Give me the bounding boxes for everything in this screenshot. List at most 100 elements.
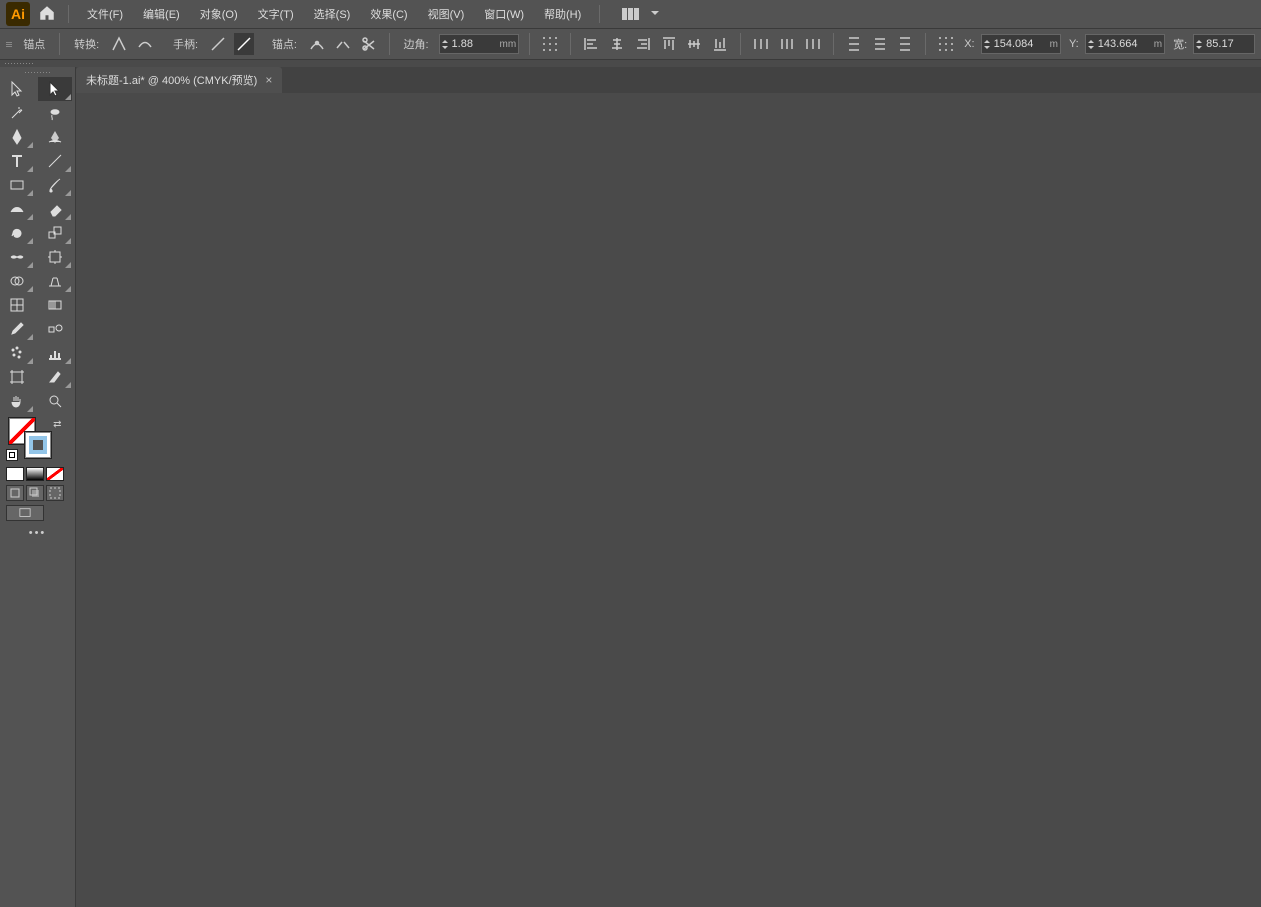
home-icon[interactable] (38, 4, 56, 25)
zoom-tool[interactable] (38, 389, 72, 413)
corner-radius-input[interactable]: mm (439, 34, 520, 54)
distribute-h-center-icon[interactable] (777, 33, 797, 55)
align-vcenter-icon[interactable] (684, 33, 704, 55)
tab-title: 未标题-1.ai* @ 400% (CMYK/预览) (86, 72, 257, 88)
perspective-grid-tool[interactable] (38, 269, 72, 293)
curvature-tool[interactable] (38, 125, 72, 149)
distribute-v-bottom-icon[interactable] (896, 33, 916, 55)
x-input[interactable]: m (981, 34, 1061, 54)
distribute-v-center-icon[interactable] (870, 33, 890, 55)
symbol-sprayer-tool[interactable] (0, 341, 34, 365)
column-graph-tool[interactable] (38, 341, 72, 365)
gradient-mode-icon[interactable] (26, 467, 44, 481)
menu-view[interactable]: 视图(V) (422, 2, 471, 26)
menu-edit[interactable]: 编辑(E) (137, 2, 186, 26)
selection-tool[interactable] (0, 77, 34, 101)
blend-tool[interactable] (38, 317, 72, 341)
grip-icon[interactable] (6, 34, 13, 54)
corner-label: 边角: (399, 36, 432, 52)
convert-corner-icon[interactable] (109, 33, 129, 55)
hand-tool[interactable] (0, 389, 34, 413)
align-right-icon[interactable] (633, 33, 653, 55)
chevron-down-icon[interactable] (651, 8, 659, 20)
tab-close-icon[interactable]: × (265, 73, 272, 87)
slice-tool[interactable] (38, 365, 72, 389)
none-mode-icon[interactable] (46, 467, 64, 481)
hide-handles-icon[interactable] (234, 33, 254, 55)
spin-up-icon[interactable] (982, 35, 992, 44)
document-tabbar: 未标题-1.ai* @ 400% (CMYK/预览) × (0, 67, 1261, 93)
isolate-icon[interactable] (540, 33, 560, 55)
separator (740, 33, 741, 55)
menu-window[interactable]: 窗口(W) (478, 2, 530, 26)
align-hcenter-icon[interactable] (607, 33, 627, 55)
menu-select[interactable]: 选择(S) (308, 2, 357, 26)
draw-inside-icon[interactable] (46, 485, 64, 501)
fill-stroke-swatches[interactable]: ⇄ (4, 417, 72, 461)
spin-up-icon[interactable] (1194, 35, 1204, 44)
spin-up-icon[interactable] (440, 35, 450, 44)
anchors-label: 锚点: (268, 36, 301, 52)
menu-file[interactable]: 文件(F) (81, 2, 129, 26)
mesh-tool[interactable] (0, 293, 34, 317)
menu-help[interactable]: 帮助(H) (538, 2, 587, 26)
menu-effect[interactable]: 效果(C) (364, 2, 413, 26)
y-value-field[interactable] (1096, 38, 1154, 50)
panel-collapse-strip[interactable] (0, 60, 1261, 67)
menu-object[interactable]: 对象(O) (194, 2, 244, 26)
remove-anchor-icon[interactable] (307, 33, 327, 55)
shape-builder-tool[interactable] (0, 269, 34, 293)
w-input[interactable] (1193, 34, 1255, 54)
y-input[interactable]: m (1085, 34, 1165, 54)
document-tab[interactable]: 未标题-1.ai* @ 400% (CMYK/预览) × (76, 67, 282, 93)
magic-wand-tool[interactable] (0, 101, 34, 125)
distribute-h-right-icon[interactable] (803, 33, 823, 55)
document-arrangement-icon[interactable] (622, 8, 639, 20)
lasso-tool[interactable] (38, 101, 72, 125)
artboard-tool[interactable] (0, 365, 34, 389)
show-handles-icon[interactable] (208, 33, 228, 55)
x-value-field[interactable] (992, 38, 1050, 50)
paintbrush-tool[interactable] (38, 173, 72, 197)
gradient-tool[interactable] (38, 293, 72, 317)
reference-point-icon[interactable] (936, 33, 956, 55)
width-tool[interactable] (0, 245, 34, 269)
eyedropper-tool[interactable] (0, 317, 34, 341)
eraser-tool[interactable] (38, 197, 72, 221)
align-top-icon[interactable] (659, 33, 679, 55)
tools-grip-icon[interactable] (0, 67, 75, 77)
distribute-v-top-icon[interactable] (844, 33, 864, 55)
screen-mode-icon[interactable] (6, 505, 44, 521)
spin-down-icon[interactable] (1194, 44, 1204, 53)
scale-tool[interactable] (38, 221, 72, 245)
spin-down-icon[interactable] (440, 44, 450, 53)
edit-toolbar-icon[interactable]: ••• (0, 523, 75, 543)
default-fill-stroke-icon[interactable] (6, 449, 18, 461)
spin-down-icon[interactable] (1086, 44, 1096, 53)
color-mode-icon[interactable] (6, 467, 24, 481)
menu-text[interactable]: 文字(T) (252, 2, 300, 26)
w-value-field[interactable] (1204, 38, 1254, 50)
align-bottom-icon[interactable] (710, 33, 730, 55)
spin-down-icon[interactable] (982, 44, 992, 53)
swap-fill-stroke-icon[interactable]: ⇄ (53, 419, 61, 430)
direct-selection-tool[interactable] (38, 77, 72, 101)
draw-normal-icon[interactable] (6, 485, 24, 501)
convert-smooth-icon[interactable] (135, 33, 155, 55)
align-left-icon[interactable] (581, 33, 601, 55)
shaper-tool[interactable] (0, 197, 34, 221)
cut-anchor-icon[interactable] (359, 33, 379, 55)
anchor-label: 锚点 (19, 36, 49, 52)
corner-value-field[interactable] (450, 38, 500, 50)
spin-up-icon[interactable] (1086, 35, 1096, 44)
pen-tool[interactable] (0, 125, 34, 149)
draw-behind-icon[interactable] (26, 485, 44, 501)
rectangle-tool[interactable] (0, 173, 34, 197)
stroke-swatch[interactable] (24, 431, 52, 459)
line-tool[interactable] (38, 149, 72, 173)
rotate-tool[interactable] (0, 221, 34, 245)
type-tool[interactable] (0, 149, 34, 173)
distribute-h-left-icon[interactable] (751, 33, 771, 55)
connect-anchor-icon[interactable] (333, 33, 353, 55)
free-transform-tool[interactable] (38, 245, 72, 269)
